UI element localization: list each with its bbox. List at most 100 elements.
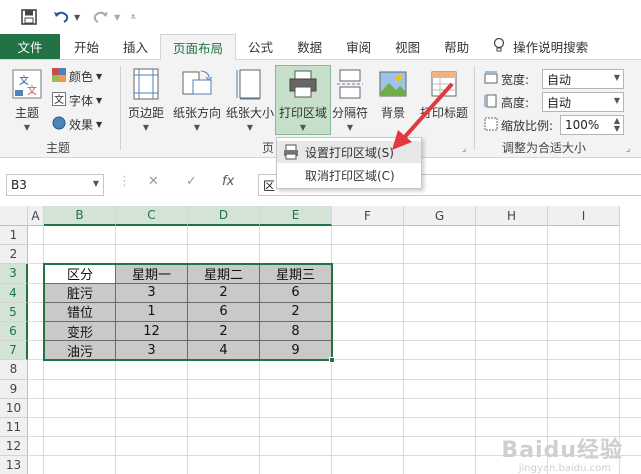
scale-spinner[interactable]: 100% ▲ ▼: [560, 115, 624, 135]
table-cell[interactable]: 变形: [44, 322, 116, 342]
column-header-h[interactable]: H: [476, 206, 548, 226]
themes-label: 主题: [14, 106, 39, 120]
theme-colors-label: 颜色: [69, 70, 94, 84]
row-header-2[interactable]: 2: [0, 245, 28, 265]
chevron-down-icon: ▼: [613, 96, 620, 105]
tab-home[interactable]: 开始: [62, 34, 111, 59]
themes-button[interactable]: 文文 主题 ▼: [10, 66, 44, 132]
dialog-launcher-icon[interactable]: ⌟: [462, 144, 466, 154]
tab-formulas[interactable]: 公式: [236, 34, 285, 59]
width-icon: [484, 71, 498, 88]
column-header-e[interactable]: E: [260, 206, 332, 226]
row-header-3[interactable]: 3: [0, 264, 28, 284]
enter-icon[interactable]: ✓: [186, 174, 197, 189]
table-cell[interactable]: 2: [188, 283, 260, 303]
scale-label-row: 缩放比例:: [484, 117, 553, 134]
table-header-cell[interactable]: 区分: [44, 264, 116, 284]
size-button[interactable]: 纸张大小 ▼: [226, 66, 274, 132]
table-cell[interactable]: 1: [116, 302, 188, 322]
table-cell[interactable]: 9: [260, 341, 332, 361]
column-header-i[interactable]: I: [548, 206, 620, 226]
color-palette-icon: [52, 68, 66, 85]
column-header-c[interactable]: C: [116, 206, 188, 226]
row-header-13[interactable]: 13: [0, 456, 28, 474]
redo-dropdown-icon[interactable]: ▼: [114, 13, 120, 22]
quick-access-toolbar: ▼ ▼ ⩡: [0, 0, 641, 34]
set-print-area-icon: [277, 144, 305, 160]
table-cell[interactable]: 2: [188, 322, 260, 342]
height-label-row: 高度:: [484, 94, 529, 111]
column-header-a[interactable]: A: [28, 206, 44, 226]
name-box[interactable]: B3 ▼: [6, 174, 104, 196]
table-cell[interactable]: 3: [116, 341, 188, 361]
row-header-5[interactable]: 5: [0, 302, 28, 322]
row-header-7[interactable]: 7: [0, 341, 28, 361]
tab-help[interactable]: 帮助: [432, 34, 481, 59]
insert-function-icon[interactable]: fx: [222, 174, 234, 189]
table-cell[interactable]: 6: [188, 302, 260, 322]
table-header-cell[interactable]: 星期一: [116, 264, 188, 284]
undo-icon[interactable]: [50, 6, 72, 28]
column-header-b[interactable]: B: [44, 206, 116, 226]
orientation-button[interactable]: 纸张方向 ▼: [173, 66, 221, 132]
column-header-f[interactable]: F: [332, 206, 404, 226]
table-cell[interactable]: 12: [116, 322, 188, 342]
row-header-6[interactable]: 6: [0, 322, 28, 342]
table-header-cell[interactable]: 星期二: [188, 264, 260, 284]
column-header-d[interactable]: D: [188, 206, 260, 226]
redo-icon[interactable]: [90, 6, 112, 28]
height-icon: [484, 94, 498, 111]
table-header-cell[interactable]: 星期三: [260, 264, 332, 284]
cancel-icon[interactable]: ✕: [148, 174, 159, 189]
height-select[interactable]: 自动 ▼: [542, 92, 624, 112]
row-header-8[interactable]: 8: [0, 360, 28, 380]
chevron-down-icon: ▼: [193, 123, 201, 132]
width-select[interactable]: 自动 ▼: [542, 69, 624, 89]
themes-group-label: 主题: [46, 141, 71, 155]
spinner-arrows-icon[interactable]: ▲ ▼: [614, 117, 620, 133]
column-header-g[interactable]: G: [404, 206, 476, 226]
select-all-corner[interactable]: [0, 206, 28, 226]
table-cell[interactable]: 油污: [44, 341, 116, 361]
theme-effects-button[interactable]: 效果 ▼: [52, 116, 102, 133]
theme-colors-button[interactable]: 颜色 ▼: [52, 68, 102, 85]
row-header-1[interactable]: 1: [0, 226, 28, 246]
save-icon[interactable]: [18, 6, 40, 28]
tab-data[interactable]: 数据: [285, 34, 334, 59]
table-cell[interactable]: 脏污: [44, 283, 116, 303]
gridline: [28, 378, 641, 380]
tab-page-layout[interactable]: 页面布局: [160, 34, 237, 60]
font-icon: 文: [52, 92, 66, 109]
breaks-button[interactable]: 分隔符 ▼: [332, 66, 368, 132]
height-value: 自动: [547, 95, 572, 110]
fill-handle[interactable]: [329, 357, 335, 364]
row-header-10[interactable]: 10: [0, 398, 28, 418]
tab-file[interactable]: 文件: [0, 34, 60, 59]
row-header-9[interactable]: 9: [0, 379, 28, 399]
row-header-11[interactable]: 11: [0, 418, 28, 438]
tell-me-search[interactable]: 操作说明搜索: [481, 34, 600, 59]
dialog-launcher-icon[interactable]: ⌟: [626, 144, 630, 154]
row-header-12[interactable]: 12: [0, 437, 28, 457]
lightbulb-icon: [493, 37, 505, 56]
table-cell[interactable]: 2: [260, 302, 332, 322]
customize-qat-icon[interactable]: ⩡: [130, 12, 136, 23]
print-area-button[interactable]: 打印区域 ▼: [275, 65, 331, 135]
chevron-down-icon: ▼: [23, 123, 31, 132]
table-cell[interactable]: 8: [260, 322, 332, 342]
theme-fonts-button[interactable]: 文 字体 ▼: [52, 92, 102, 109]
clear-print-area-item[interactable]: 取消打印区域(C): [277, 164, 421, 186]
table-cell[interactable]: 错位: [44, 302, 116, 322]
tab-review[interactable]: 审阅: [334, 34, 383, 59]
margins-label: 页边距: [128, 106, 165, 120]
undo-dropdown-icon[interactable]: ▼: [74, 13, 80, 22]
row-header-4[interactable]: 4: [0, 283, 28, 303]
table-cell[interactable]: 4: [188, 341, 260, 361]
table-cell[interactable]: 6: [260, 283, 332, 303]
table-cell[interactable]: 3: [116, 283, 188, 303]
gridline: [28, 397, 641, 399]
tab-view[interactable]: 视图: [383, 34, 432, 59]
margins-button[interactable]: 页边距 ▼: [128, 66, 164, 132]
width-value: 自动: [547, 72, 572, 87]
tab-insert[interactable]: 插入: [111, 34, 160, 59]
